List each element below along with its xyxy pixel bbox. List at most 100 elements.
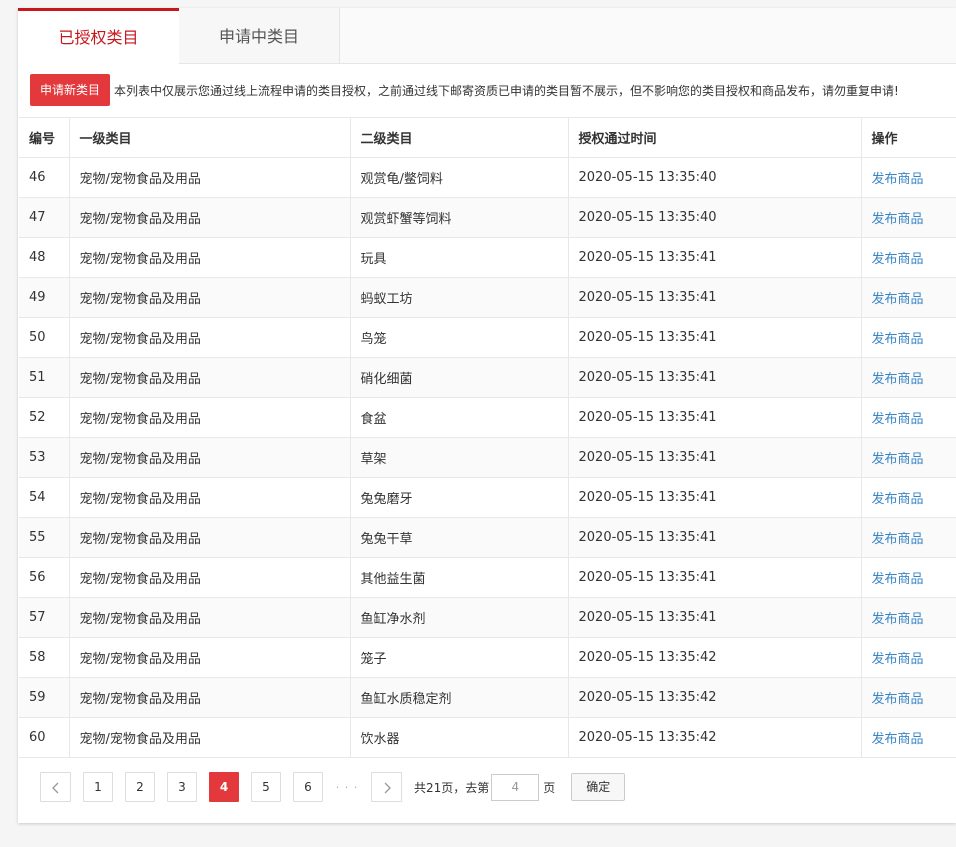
cell-auth-time: 2020-05-15 13:35:41 [568,557,862,598]
publish-product-link[interactable]: 发布商品 [872,572,924,587]
next-page-button[interactable] [371,772,402,802]
table-row: 51 宠物/宠物食品及用品 硝化细菌 2020-05-15 13:35:41 发布商品 [19,357,956,398]
cell-id: 48 [19,237,70,278]
cell-auth-time: 2020-05-15 13:35:41 [568,437,862,478]
pagination: 123456 · · · 共21页，去第 页 确定 [40,771,626,803]
page-button-6[interactable]: 6 [293,772,323,802]
page-button-1[interactable]: 1 [83,772,113,802]
cell-action: 发布商品 [861,317,956,358]
total-pages-text: 共21页，去第 [414,780,490,795]
cell-id: 46 [19,157,70,198]
cell-category-level-2: 蚂蚁工坊 [350,277,569,318]
cell-id: 57 [19,597,70,638]
cell-id: 50 [19,317,70,358]
publish-product-link[interactable]: 发布商品 [872,172,924,187]
table-body: 46 宠物/宠物食品及用品 观赏龟/鳖饲料 2020-05-15 13:35:40 发布… [19,157,956,758]
cell-category-level-1: 宠物/宠物食品及用品 [69,157,351,198]
page-number-list: 123456 [83,772,335,802]
page-button-3[interactable]: 3 [167,772,197,802]
cell-action: 发布商品 [861,597,956,638]
prev-page-button[interactable] [40,772,71,802]
cell-category-level-1: 宠物/宠物食品及用品 [69,597,351,638]
cell-category-level-1: 宠物/宠物食品及用品 [69,517,351,558]
cell-id: 59 [19,677,70,718]
cell-action: 发布商品 [861,157,956,198]
page-button-2[interactable]: 2 [125,772,155,802]
cell-action: 发布商品 [861,477,956,518]
cell-id: 49 [19,277,70,318]
publish-product-link[interactable]: 发布商品 [872,732,924,747]
publish-product-link[interactable]: 发布商品 [872,492,924,507]
cell-category-level-1: 宠物/宠物食品及用品 [69,317,351,358]
table-row: 53 宠物/宠物食品及用品 草架 2020-05-15 13:35:41 发布商品 [19,437,956,478]
tab-authorized-categories[interactable]: 已授权类目 [18,8,179,64]
chevron-left-icon [51,782,58,793]
header-category-level-2: 二级类目 [350,117,569,158]
cell-category-level-1: 宠物/宠物食品及用品 [69,557,351,598]
goto-page-input[interactable] [491,773,540,801]
page-ellipsis: · · · [335,780,359,794]
publish-product-link[interactable]: 发布商品 [872,412,924,427]
cell-auth-time: 2020-05-15 13:35:41 [568,237,862,278]
notice-bar: 申请新类目 本列表中仅展示您通过线上流程申请的类目授权，之前通过线下邮寄资质已申… [30,74,899,106]
cell-category-level-2: 鸟笼 [350,317,569,358]
cell-category-level-1: 宠物/宠物食品及用品 [69,397,351,438]
cell-id: 47 [19,197,70,238]
cell-id: 56 [19,557,70,598]
cell-category-level-1: 宠物/宠物食品及用品 [69,717,351,758]
cell-action: 发布商品 [861,197,956,238]
apply-new-category-button[interactable]: 申请新类目 [30,74,111,106]
table-row: 54 宠物/宠物食品及用品 兔兔磨牙 2020-05-15 13:35:41 发布商品 [19,477,956,518]
cell-auth-time: 2020-05-15 13:35:41 [568,357,862,398]
page-button-5[interactable]: 5 [251,772,281,802]
tab-pending-categories[interactable]: 申请中类目 [179,8,340,64]
cell-category-level-2: 鱼缸水质稳定剂 [350,677,569,718]
page-button-4[interactable]: 4 [209,772,239,802]
table-row: 49 宠物/宠物食品及用品 蚂蚁工坊 2020-05-15 13:35:41 发布商品 [19,277,956,318]
cell-category-level-2: 食盆 [350,397,569,438]
cell-id: 55 [19,517,70,558]
cell-auth-time: 2020-05-15 13:35:42 [568,677,862,718]
cell-category-level-1: 宠物/宠物食品及用品 [69,237,351,278]
cell-action: 发布商品 [861,517,956,558]
cell-action: 发布商品 [861,237,956,278]
table-row: 55 宠物/宠物食品及用品 兔兔干草 2020-05-15 13:35:41 发布商品 [19,517,956,558]
cell-auth-time: 2020-05-15 13:35:42 [568,717,862,758]
cell-auth-time: 2020-05-15 13:35:41 [568,517,862,558]
publish-product-link[interactable]: 发布商品 [872,292,924,307]
confirm-goto-button[interactable]: 确定 [571,773,626,801]
notice-text: 本列表中仅展示您通过线上流程申请的类目授权，之前通过线下邮寄资质已申请的类目暂不… [114,83,899,98]
cell-action: 发布商品 [861,397,956,438]
cell-category-level-2: 草架 [350,437,569,478]
table-row: 48 宠物/宠物食品及用品 玩具 2020-05-15 13:35:41 发布商品 [19,237,956,278]
cell-auth-time: 2020-05-15 13:35:41 [568,477,862,518]
cell-id: 51 [19,357,70,398]
cell-category-level-2: 兔兔干草 [350,517,569,558]
cell-action: 发布商品 [861,637,956,678]
publish-product-link[interactable]: 发布商品 [872,372,924,387]
table-header-row: 编号 一级类目 二级类目 授权通过时间 操作 [19,117,956,158]
cell-action: 发布商品 [861,277,956,318]
table-row: 52 宠物/宠物食品及用品 食盆 2020-05-15 13:35:41 发布商品 [19,397,956,438]
cell-auth-time: 2020-05-15 13:35:41 [568,277,862,318]
table-row: 47 宠物/宠物食品及用品 观赏虾蟹等饲料 2020-05-15 13:35:40 发布… [19,197,956,238]
cell-category-level-1: 宠物/宠物食品及用品 [69,197,351,238]
cell-category-level-2: 兔兔磨牙 [350,477,569,518]
publish-product-link[interactable]: 发布商品 [872,612,924,627]
publish-product-link[interactable]: 发布商品 [872,532,924,547]
publish-product-link[interactable]: 发布商品 [872,652,924,667]
publish-product-link[interactable]: 发布商品 [872,212,924,227]
cell-category-level-1: 宠物/宠物食品及用品 [69,637,351,678]
publish-product-link[interactable]: 发布商品 [872,692,924,707]
table-row: 57 宠物/宠物食品及用品 鱼缸净水剂 2020-05-15 13:35:41 发布商品 [19,597,956,638]
category-panel: 已授权类目 申请中类目 申请新类目 本列表中仅展示您通过线上流程申请的类目授权，… [18,8,956,823]
publish-product-link[interactable]: 发布商品 [872,452,924,467]
publish-product-link[interactable]: 发布商品 [872,252,924,267]
cell-category-level-1: 宠物/宠物食品及用品 [69,357,351,398]
publish-product-link[interactable]: 发布商品 [872,332,924,347]
cell-id: 53 [19,437,70,478]
cell-auth-time: 2020-05-15 13:35:40 [568,197,862,238]
table-row: 60 宠物/宠物食品及用品 饮水器 2020-05-15 13:35:42 发布商品 [19,717,956,758]
cell-category-level-2: 鱼缸净水剂 [350,597,569,638]
cell-action: 发布商品 [861,357,956,398]
